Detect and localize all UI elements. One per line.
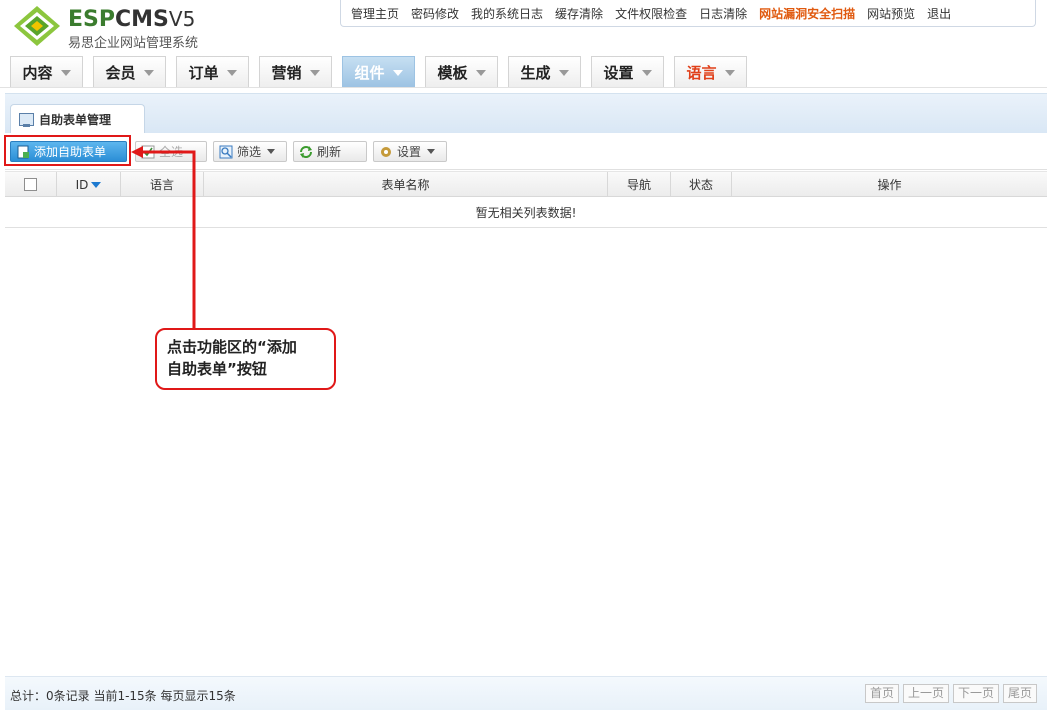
column-language-label: 语言 xyxy=(149,178,174,192)
gear-icon xyxy=(381,146,391,157)
column-language: 语言 xyxy=(121,172,204,197)
tab-generate[interactable]: 生成 xyxy=(508,56,581,87)
chevron-down-icon xyxy=(309,70,320,76)
tab-label: 语言 xyxy=(686,63,717,82)
refresh-icon xyxy=(300,145,312,158)
logo-icon xyxy=(14,6,60,46)
topnav-password[interactable]: 密码修改 xyxy=(411,5,459,22)
column-status-label: 状态 xyxy=(688,178,713,192)
top-nav: 管理主页 密码修改 我的系统日志 缓存清除 文件权限检查 日志清除 网站漏洞安全… xyxy=(340,0,1036,27)
tab-components[interactable]: 组件 xyxy=(342,56,415,87)
settings-button[interactable]: 设置 xyxy=(373,141,447,162)
checkbox-icon xyxy=(141,145,155,158)
topnav-system-log[interactable]: 我的系统日志 xyxy=(471,5,543,22)
header-divider xyxy=(0,87,1047,88)
topnav-logout[interactable]: 退出 xyxy=(927,5,951,22)
tab-orders[interactable]: 订单 xyxy=(176,56,249,87)
tab-content[interactable]: 内容 xyxy=(10,56,83,87)
monitor-icon xyxy=(19,112,34,127)
topnav-clear-log[interactable]: 日志清除 xyxy=(699,5,747,22)
tab-label: 内容 xyxy=(22,63,53,82)
chevron-down-icon xyxy=(724,70,735,76)
brand-subtitle: 易思企业网站管理系统 xyxy=(68,36,199,51)
empty-message: 暂无相关列表数据! xyxy=(5,197,1047,228)
chevron-down-icon xyxy=(475,70,486,76)
chevron-down-icon xyxy=(427,149,436,154)
column-checkbox xyxy=(5,172,57,197)
last-page-button[interactable]: 尾页 xyxy=(1002,684,1037,703)
callout-line-1: 点击功能区的“添加 xyxy=(167,338,297,356)
filter-button[interactable]: 筛选 xyxy=(213,141,287,162)
column-actions: 操作 xyxy=(732,172,1047,197)
column-nav-label: 导航 xyxy=(626,178,651,192)
filter-icon xyxy=(219,145,233,158)
topnav-preview[interactable]: 网站预览 xyxy=(867,5,915,22)
tab-settings[interactable]: 设置 xyxy=(591,56,664,87)
topnav-file-permissions[interactable]: 文件权限检查 xyxy=(615,5,687,22)
highlight-box xyxy=(4,135,131,166)
select-all-label: 全选 xyxy=(159,145,184,159)
brand-name: ESPCMSV5 xyxy=(68,7,196,32)
tab-language[interactable]: 语言 xyxy=(674,56,747,87)
tab-label: 订单 xyxy=(188,63,219,82)
chevron-down-icon xyxy=(60,70,71,76)
column-nav: 导航 xyxy=(608,172,671,197)
record-summary: 总计：0条记录 当前1-15条 每页显示15条 xyxy=(10,689,236,703)
topnav-security-scan[interactable]: 网站漏洞安全扫描 xyxy=(759,5,855,22)
column-id-label: ID xyxy=(75,177,89,192)
first-page-button[interactable]: 首页 xyxy=(864,684,899,703)
panel-tab-form-manager[interactable]: 自助表单管理 xyxy=(10,104,145,133)
tab-templates[interactable]: 模板 xyxy=(425,56,498,87)
chevron-down-icon xyxy=(558,70,569,76)
prev-page-button[interactable]: 上一页 xyxy=(902,684,949,703)
tab-marketing[interactable]: 营销 xyxy=(259,56,332,87)
panel-tab-label: 自助表单管理 xyxy=(39,112,112,127)
next-page-button[interactable]: 下一页 xyxy=(952,684,999,703)
column-form-name: 表单名称 xyxy=(204,172,608,197)
column-form-name-label: 表单名称 xyxy=(381,178,430,192)
chevron-down-icon xyxy=(226,70,237,76)
tab-members[interactable]: 会员 xyxy=(93,56,166,87)
pagination: 首页 上一页 下一页 尾页 xyxy=(861,684,1037,703)
tab-label: 会员 xyxy=(105,63,136,82)
topnav-clear-cache[interactable]: 缓存清除 xyxy=(555,5,603,22)
tab-label: 组件 xyxy=(354,63,385,82)
column-actions-label: 操作 xyxy=(877,178,902,192)
refresh-label: 刷新 xyxy=(317,145,342,159)
select-all-checkbox[interactable] xyxy=(24,178,37,191)
tab-label: 生成 xyxy=(520,63,551,82)
chevron-down-icon xyxy=(143,70,154,76)
table-header: ID 语言 表单名称 导航 状态 操作 xyxy=(5,171,1047,197)
column-status: 状态 xyxy=(671,172,732,197)
sort-desc-icon xyxy=(91,181,102,188)
filter-label: 筛选 xyxy=(237,145,262,159)
tab-label: 营销 xyxy=(271,63,302,82)
chevron-down-icon xyxy=(641,70,652,76)
footer: 总计：0条记录 当前1-15条 每页显示15条 首页 上一页 下一页 尾页 xyxy=(5,676,1047,710)
panel-header xyxy=(5,93,1047,133)
main-nav: 内容 会员 订单 营销 组件 模板 生成 设置 语言 xyxy=(10,56,757,88)
settings-label: 设置 xyxy=(397,145,422,159)
logo[interactable]: ESPCMSV5 易思企业网站管理系统 xyxy=(10,4,250,51)
callout-annotation: 点击功能区的“添加 自助表单”按钮 xyxy=(155,328,336,390)
chevron-down-icon xyxy=(392,70,403,76)
column-id[interactable]: ID xyxy=(57,172,121,197)
topnav-home[interactable]: 管理主页 xyxy=(351,5,399,22)
callout-line-2: 自助表单”按钮 xyxy=(167,360,267,378)
tab-label: 设置 xyxy=(603,63,634,82)
tab-label: 模板 xyxy=(437,63,468,82)
header: ESPCMSV5 易思企业网站管理系统 管理主页 密码修改 我的系统日志 缓存清… xyxy=(0,0,1047,92)
chevron-down-icon xyxy=(267,149,276,154)
select-all-button[interactable]: 全选 xyxy=(135,141,207,162)
refresh-button[interactable]: 刷新 xyxy=(293,141,367,162)
